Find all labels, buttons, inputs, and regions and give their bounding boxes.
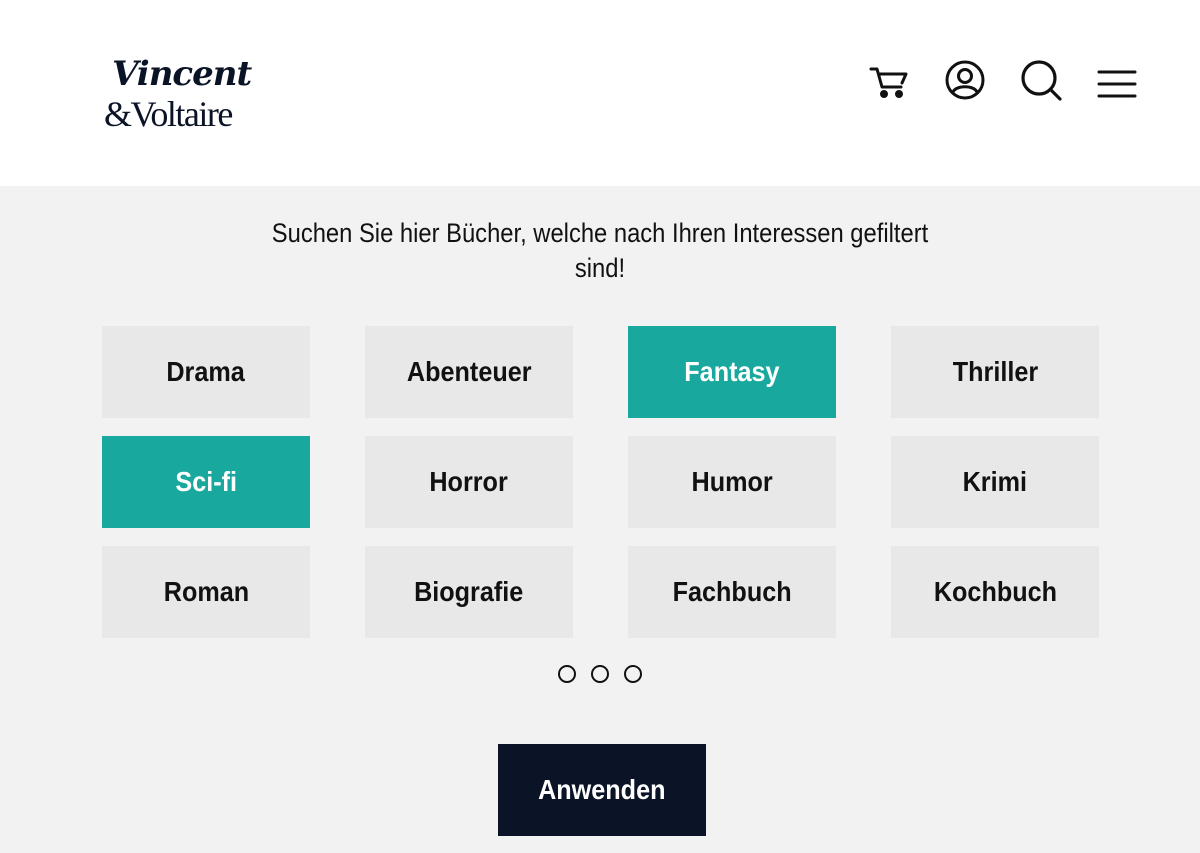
genre-chip-label: Roman xyxy=(163,576,249,607)
pagination-dot-1[interactable] xyxy=(558,665,576,683)
genre-chip-humor[interactable]: Humor xyxy=(628,436,836,528)
genre-chip-label: Abenteuer xyxy=(406,356,532,387)
genre-chip-fachbuch[interactable]: Fachbuch xyxy=(628,546,836,638)
genre-chip-sci-fi[interactable]: Sci-fi xyxy=(102,436,310,528)
genre-chip-roman[interactable]: Roman xyxy=(102,546,310,638)
genre-chip-drama[interactable]: Drama xyxy=(102,326,310,418)
cart-icon[interactable] xyxy=(866,58,912,104)
genre-chip-label: Krimi xyxy=(962,466,1028,497)
menu-icon[interactable] xyxy=(1094,58,1140,104)
genre-chip-label: Fantasy xyxy=(684,356,780,387)
genre-chip-abenteuer[interactable]: Abenteuer xyxy=(365,326,573,418)
genre-chip-label: Drama xyxy=(166,356,246,387)
genre-chip-horror[interactable]: Horror xyxy=(365,436,573,528)
apply-button[interactable]: Anwenden xyxy=(498,744,706,836)
pagination-dot-3[interactable] xyxy=(624,665,642,683)
genre-chip-label: Humor xyxy=(691,466,773,497)
account-icon[interactable] xyxy=(942,58,988,104)
genre-chip-label: Biografie xyxy=(414,576,524,607)
vincent-voltaire-logo[interactable]: Vincent &Voltaire xyxy=(104,54,254,138)
pagination-dot-2[interactable] xyxy=(591,665,609,683)
genre-chip-thriller[interactable]: Thriller xyxy=(891,326,1099,418)
genre-chip-label: Horror xyxy=(429,466,509,497)
logo-line2: &Voltaire xyxy=(104,94,233,134)
genre-chip-krimi[interactable]: Krimi xyxy=(891,436,1099,528)
page-heading: Suchen Sie hier Bücher, welche nach Ihre… xyxy=(271,218,929,283)
search-icon[interactable] xyxy=(1018,58,1064,104)
genre-grid: Drama Abenteuer Fantasy Thriller Sci-fi Horro… xyxy=(102,326,1099,638)
apply-button-label: Anwenden xyxy=(538,774,666,805)
pagination-dots xyxy=(558,665,648,685)
genre-chip-label: Sci-fi xyxy=(175,466,237,497)
genre-chip-label: Fachbuch xyxy=(672,576,792,607)
header: Vincent &Voltaire xyxy=(0,0,1200,186)
genre-chip-fantasy[interactable]: Fantasy xyxy=(628,326,836,418)
logo-line1: Vincent xyxy=(112,54,252,94)
genre-chip-label: Kochbuch xyxy=(933,576,1057,607)
genre-chip-biografie[interactable]: Biografie xyxy=(365,546,573,638)
genre-chip-kochbuch[interactable]: Kochbuch xyxy=(891,546,1099,638)
genre-chip-label: Thriller xyxy=(952,356,1038,387)
